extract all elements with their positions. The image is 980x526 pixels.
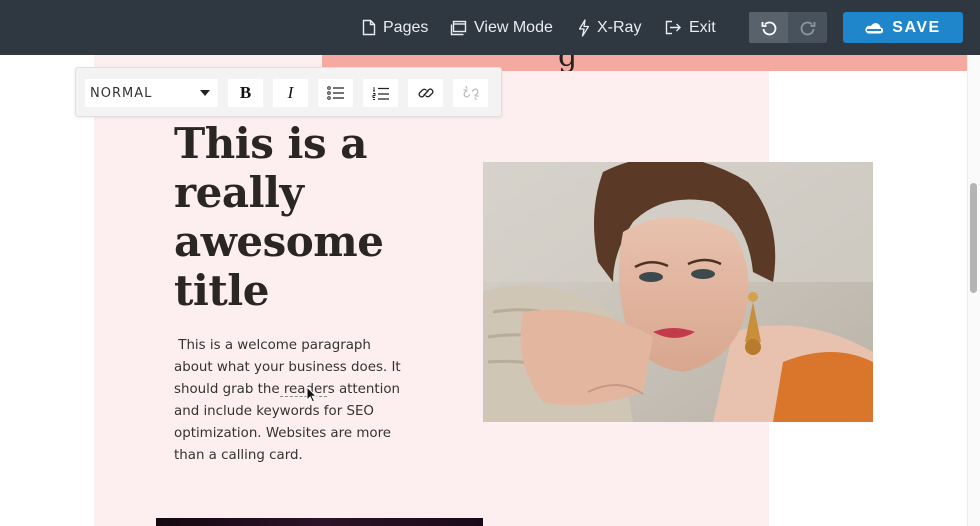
view-mode-icon (450, 20, 467, 35)
page-icon (362, 19, 376, 36)
text-style-value: NORMAL (90, 85, 153, 101)
scrollbar-thumb[interactable] (970, 183, 977, 293)
text-format-toolbar: NORMAL B I (75, 67, 502, 117)
bulleted-list-icon (327, 86, 344, 100)
hero-photo[interactable] (483, 162, 873, 422)
insert-link-button[interactable] (408, 79, 443, 107)
pages-button[interactable]: Pages (362, 0, 428, 55)
save-cloud-icon (865, 23, 884, 34)
redo-button[interactable] (788, 12, 827, 43)
numbered-list-icon (372, 86, 389, 100)
xray-button[interactable]: X-Ray (578, 0, 641, 55)
unlink-icon (462, 85, 479, 101)
italic-icon: I (287, 83, 294, 102)
view-mode-button[interactable]: View Mode (450, 0, 553, 55)
welcome-paragraph[interactable]: This is a welcome paragraph about what y… (174, 335, 406, 467)
dropdown-caret-icon (200, 90, 210, 96)
hero-title[interactable]: This is a really awesome title (174, 119, 434, 315)
bulleted-list-button[interactable] (318, 79, 353, 107)
exit-button[interactable]: Exit (665, 0, 716, 55)
link-icon (418, 88, 433, 98)
header-text-fragment: g (558, 55, 577, 71)
undo-icon (761, 21, 776, 35)
text-style-dropdown[interactable]: NORMAL (85, 79, 218, 107)
undo-button[interactable] (749, 12, 788, 43)
bold-icon: B (239, 83, 252, 102)
xray-label: X-Ray (597, 18, 642, 36)
italic-button[interactable]: I (273, 79, 308, 107)
redo-icon (800, 21, 815, 35)
pages-label: Pages (383, 18, 429, 36)
numbered-list-button[interactable] (363, 79, 398, 107)
save-button[interactable]: SAVE (843, 12, 963, 43)
spellcheck-underline (280, 396, 327, 397)
remove-link-button[interactable] (453, 79, 488, 107)
save-label: SAVE (892, 18, 941, 36)
next-section-image-edge (156, 518, 483, 526)
portrait-image (483, 162, 873, 422)
exit-label: Exit (689, 18, 716, 36)
view-mode-label: View Mode (474, 18, 553, 36)
bold-button[interactable]: B (228, 79, 263, 107)
undo-redo-group (749, 12, 827, 43)
editor-topbar: Pages View Mode X-Ray Exit SAVE (0, 0, 980, 55)
mouse-cursor-icon (306, 386, 317, 403)
lightning-icon (578, 18, 590, 37)
exit-icon (665, 20, 681, 35)
